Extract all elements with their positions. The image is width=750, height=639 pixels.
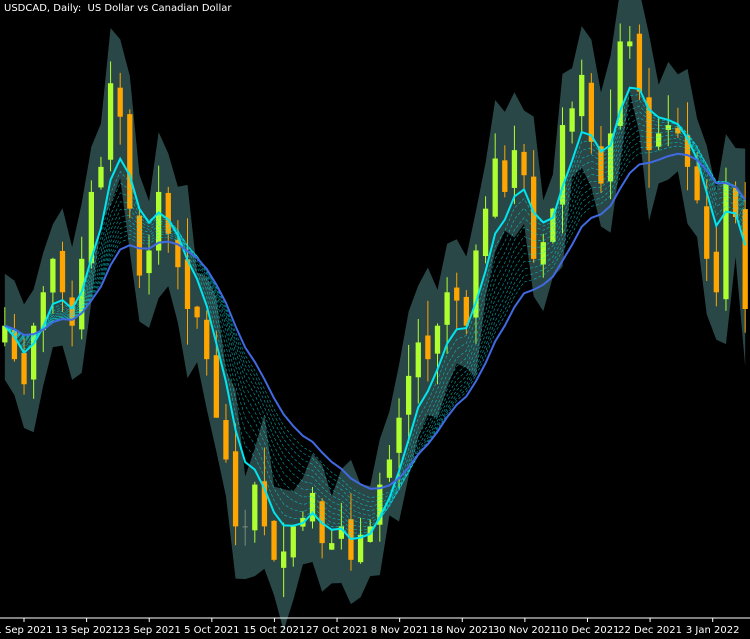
ribbon-ma-line bbox=[4, 141, 746, 503]
candle-body bbox=[117, 87, 123, 117]
candle-body bbox=[98, 166, 104, 188]
candle-body bbox=[396, 417, 402, 453]
x-tick-label: 1 Sep 2021 bbox=[0, 625, 53, 636]
candle-body bbox=[21, 352, 27, 385]
candle-body bbox=[290, 526, 296, 558]
candle-body bbox=[386, 459, 393, 478]
x-tick-label: 3 Jan 2022 bbox=[686, 625, 740, 636]
candle-body bbox=[434, 325, 441, 354]
x-tick-label: 5 Oct 2021 bbox=[184, 625, 239, 636]
candle-body bbox=[704, 206, 710, 259]
candle-body bbox=[329, 543, 335, 550]
x-tick-label: 22 Dec 2021 bbox=[618, 625, 682, 636]
candle-body bbox=[127, 114, 133, 209]
candle-body bbox=[223, 420, 229, 460]
candle-body bbox=[540, 242, 546, 265]
candle-body bbox=[511, 150, 518, 188]
candle-body bbox=[232, 451, 239, 527]
candle-body bbox=[213, 355, 219, 418]
candle-body bbox=[425, 335, 431, 360]
x-tick-label: 27 Oct 2021 bbox=[306, 625, 368, 636]
candle-body bbox=[579, 74, 585, 117]
x-tick-label: 13 Sep 2021 bbox=[55, 625, 118, 636]
candle-body bbox=[194, 306, 200, 318]
candle-body bbox=[281, 551, 287, 568]
candle-body bbox=[492, 158, 498, 217]
chart-title: USDCAD, Daily: US Dollar vs Canadian Dol… bbox=[4, 3, 232, 14]
candle-body bbox=[271, 520, 277, 560]
candle-body bbox=[107, 83, 114, 160]
x-tick-label: 23 Sep 2021 bbox=[118, 625, 181, 636]
candle-body bbox=[656, 133, 662, 147]
candle-body bbox=[146, 250, 152, 274]
candle-body bbox=[59, 250, 66, 293]
candle-body bbox=[184, 259, 191, 309]
candle-body bbox=[444, 292, 450, 325]
price-chart-svg: 1 Sep 2021 13 Sep 2021 23 Sep 2021 5 Oct 20… bbox=[0, 0, 750, 636]
candle-body bbox=[521, 151, 527, 176]
slow-ma-line bbox=[4, 152, 746, 490]
candle-body bbox=[713, 251, 719, 293]
ribbon-ma-line bbox=[4, 138, 746, 508]
x-tick-label: 8 Nov 2021 bbox=[371, 625, 429, 636]
candle-body bbox=[454, 287, 460, 301]
chart-area: USDCAD, Daily: US Dollar vs Canadian Dol… bbox=[0, 0, 750, 639]
x-tick-label: 15 Oct 2021 bbox=[244, 625, 306, 636]
candle-body bbox=[694, 166, 700, 201]
candle-body bbox=[723, 183, 729, 300]
ribbon-ma-line bbox=[4, 134, 746, 512]
candle-body bbox=[50, 258, 56, 293]
ribbon-ma-line bbox=[4, 145, 746, 499]
candle-body bbox=[569, 108, 575, 132]
candle-body bbox=[252, 484, 258, 531]
x-tick-label: 30 Nov 2021 bbox=[493, 625, 557, 636]
candle-body bbox=[627, 41, 633, 47]
candle-body bbox=[482, 208, 489, 257]
candle-body bbox=[636, 33, 643, 92]
candle-body bbox=[242, 526, 248, 528]
candle-body bbox=[136, 215, 143, 276]
candle-body bbox=[406, 375, 412, 415]
candle-body bbox=[309, 492, 316, 522]
candle-body bbox=[502, 160, 508, 192]
candle-body bbox=[742, 209, 748, 309]
candle-body bbox=[415, 342, 421, 378]
x-tick-label: 10 Dec 2021 bbox=[556, 625, 620, 636]
candle-body bbox=[588, 82, 594, 142]
candle-body bbox=[204, 319, 210, 360]
candle-body bbox=[531, 176, 537, 259]
x-tick-label: 18 Nov 2021 bbox=[430, 625, 494, 636]
envelope-band bbox=[4, 0, 746, 631]
